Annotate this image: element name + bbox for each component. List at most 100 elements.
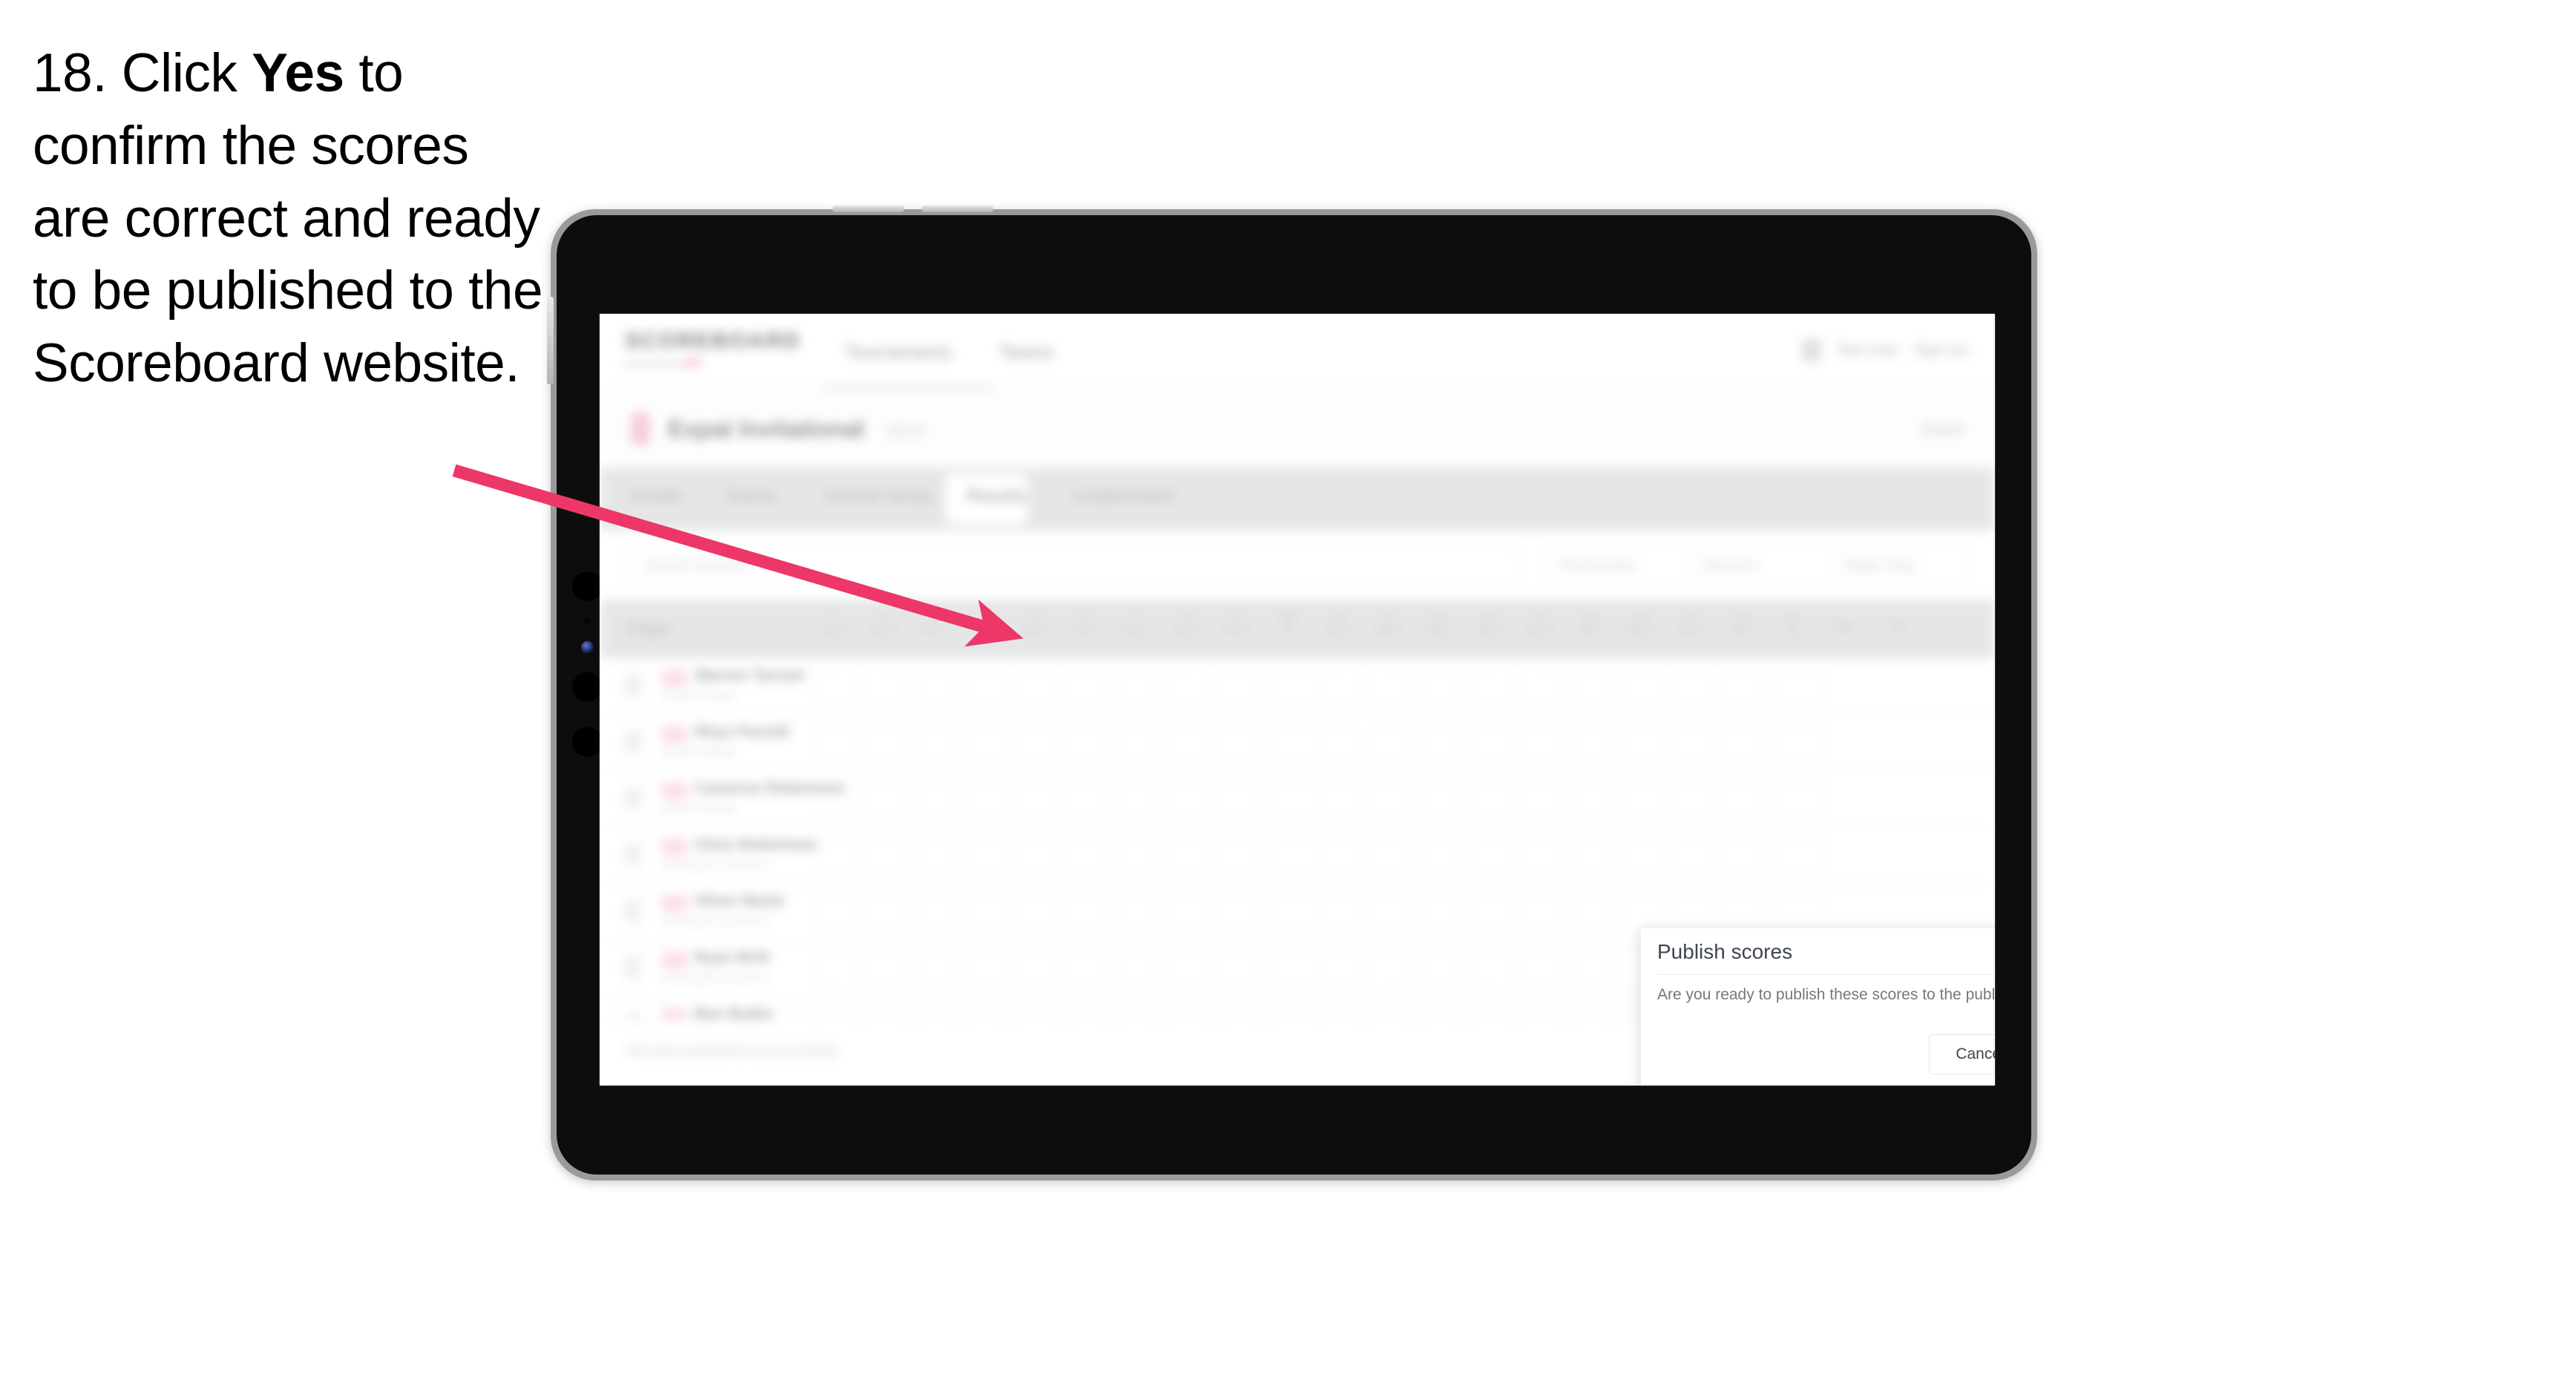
score-cell[interactable] <box>816 782 852 818</box>
score-cell[interactable] <box>816 895 852 930</box>
score-cell[interactable] <box>1472 895 1508 930</box>
volume-up-button[interactable] <box>833 206 904 212</box>
avatar[interactable] <box>1802 339 1822 361</box>
nav-signout-link[interactable]: Sign out <box>1914 342 1968 359</box>
score-cell[interactable] <box>1069 726 1104 761</box>
score-cell[interactable] <box>1775 782 1824 818</box>
score-cell[interactable] <box>1523 895 1559 930</box>
score-cell[interactable] <box>1119 951 1155 987</box>
score-cell[interactable] <box>1573 726 1609 761</box>
score-cell[interactable] <box>1422 895 1458 930</box>
score-cell[interactable] <box>1321 951 1357 987</box>
score-cell[interactable] <box>968 782 1003 818</box>
score-cell[interactable] <box>1422 951 1458 987</box>
score-cell[interactable] <box>968 895 1003 930</box>
score-cell[interactable] <box>1018 782 1054 818</box>
score-cell[interactable] <box>1119 726 1155 761</box>
score-cell[interactable] <box>1371 951 1407 987</box>
score-cell[interactable] <box>1573 669 1609 705</box>
score-cell[interactable] <box>1018 895 1054 930</box>
score-cell[interactable] <box>867 669 902 705</box>
score-cell[interactable] <box>867 895 902 930</box>
score-cell[interactable] <box>1523 726 1559 761</box>
score-cell[interactable] <box>1220 838 1256 874</box>
score-cell[interactable] <box>1472 669 1508 705</box>
score-cell[interactable] <box>1624 669 1659 705</box>
score-cell[interactable] <box>1018 669 1054 705</box>
score-cell[interactable] <box>1220 669 1256 705</box>
score-cell[interactable] <box>1523 838 1559 874</box>
score-cell[interactable] <box>1422 726 1458 761</box>
score-cell[interactable] <box>917 838 953 874</box>
score-cell[interactable] <box>1271 838 1320 874</box>
score-cell[interactable] <box>1321 726 1357 761</box>
drag-handle-icon[interactable] <box>625 844 641 866</box>
score-cell[interactable] <box>1725 782 1760 818</box>
score-cell[interactable] <box>1271 782 1320 818</box>
score-cell[interactable] <box>1220 951 1256 987</box>
score-cell[interactable] <box>1422 782 1458 818</box>
score-cell[interactable] <box>1674 782 1710 818</box>
drag-handle-icon[interactable] <box>625 674 641 697</box>
score-cell[interactable] <box>1271 669 1320 705</box>
score-cell[interactable] <box>1674 895 1710 930</box>
score-cell[interactable] <box>968 726 1003 761</box>
score-cell[interactable] <box>1271 726 1320 761</box>
score-cell[interactable] <box>1775 895 1824 930</box>
score-cell[interactable] <box>1220 726 1256 761</box>
score-cell[interactable] <box>1170 838 1205 874</box>
score-cell[interactable] <box>1472 951 1508 987</box>
score-cell[interactable] <box>867 726 902 761</box>
tab-details[interactable]: Details <box>629 486 684 507</box>
drag-handle-icon[interactable] <box>625 787 641 809</box>
score-cell[interactable] <box>968 951 1003 987</box>
score-cell[interactable] <box>917 669 953 705</box>
score-cell[interactable] <box>1119 669 1155 705</box>
drag-handle-icon[interactable] <box>625 956 641 979</box>
score-cell[interactable] <box>1523 951 1559 987</box>
score-cell[interactable] <box>1573 838 1609 874</box>
score-cell[interactable] <box>968 669 1003 705</box>
score-cell[interactable] <box>1624 838 1659 874</box>
score-cell[interactable] <box>917 726 953 761</box>
brand-logo[interactable]: SCOREBOARD powered by GPF <box>625 329 801 369</box>
score-cell[interactable] <box>816 838 852 874</box>
drag-handle-icon[interactable] <box>625 731 641 753</box>
score-cell[interactable] <box>1472 838 1508 874</box>
table-row[interactable]: Chris Robertson Southgate Academy <box>600 827 1995 884</box>
score-cell[interactable] <box>1170 669 1205 705</box>
score-cell[interactable] <box>1725 838 1760 874</box>
score-cell[interactable] <box>1472 726 1508 761</box>
score-cell[interactable] <box>1069 951 1104 987</box>
score-cell[interactable] <box>1573 782 1609 818</box>
score-cell[interactable] <box>1321 782 1357 818</box>
score-cell[interactable] <box>1170 895 1205 930</box>
nav-link-teams[interactable]: Teams <box>999 342 1054 364</box>
score-cell[interactable] <box>816 726 852 761</box>
score-cell[interactable] <box>1119 895 1155 930</box>
tab-leaderboard[interactable]: Leaderboard <box>1072 486 1173 507</box>
score-cell[interactable] <box>1271 895 1320 930</box>
search-input[interactable] <box>626 545 1518 587</box>
side-power-button[interactable] <box>547 297 554 384</box>
score-cell[interactable] <box>867 951 902 987</box>
table-row[interactable]: Cameron Robertson Expat College <box>600 771 1995 828</box>
nav-user-label[interactable]: Test User <box>1836 342 1898 359</box>
drag-handle-icon[interactable] <box>625 900 641 922</box>
score-cell[interactable] <box>1523 782 1559 818</box>
score-cell[interactable] <box>917 895 953 930</box>
score-cell[interactable] <box>1371 669 1407 705</box>
score-cell[interactable] <box>1371 726 1407 761</box>
score-cell[interactable] <box>1018 838 1054 874</box>
score-cell[interactable] <box>1018 726 1054 761</box>
score-cell[interactable] <box>968 838 1003 874</box>
score-cell[interactable] <box>1321 895 1357 930</box>
score-cell[interactable] <box>1573 895 1609 930</box>
score-cell[interactable] <box>1725 669 1760 705</box>
score-cell[interactable] <box>1371 838 1407 874</box>
score-cell[interactable] <box>1119 838 1155 874</box>
score-cell[interactable] <box>1674 669 1710 705</box>
score-cell[interactable] <box>1725 726 1760 761</box>
score-cell[interactable] <box>1674 838 1710 874</box>
score-cell[interactable] <box>917 951 953 987</box>
